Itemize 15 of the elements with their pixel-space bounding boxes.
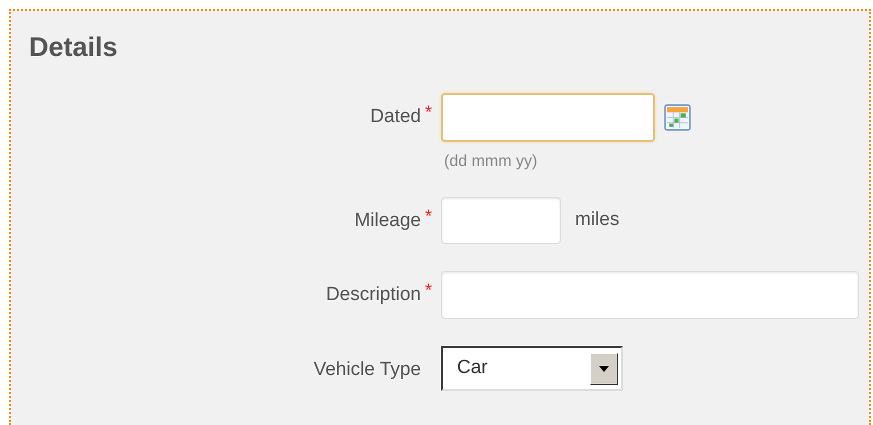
required-marker: *	[425, 102, 432, 122]
required-marker: *	[425, 280, 432, 300]
input-field[interactable]	[441, 93, 655, 142]
field-label: Mileage	[354, 209, 421, 233]
vehicle-type-dropdown[interactable]: Car	[441, 346, 623, 391]
input-field[interactable]	[441, 197, 561, 244]
field-label: Description	[326, 283, 421, 307]
required-marker: *	[425, 206, 432, 226]
input-field[interactable]	[441, 271, 859, 319]
format-hint: (dd mmm yy)	[444, 152, 538, 172]
field-label: Vehicle Type	[314, 358, 421, 382]
section-title: Details	[29, 31, 118, 64]
unit-label: miles	[575, 208, 620, 232]
calendar-icon[interactable]	[664, 104, 691, 131]
field-label: Dated	[370, 105, 421, 129]
